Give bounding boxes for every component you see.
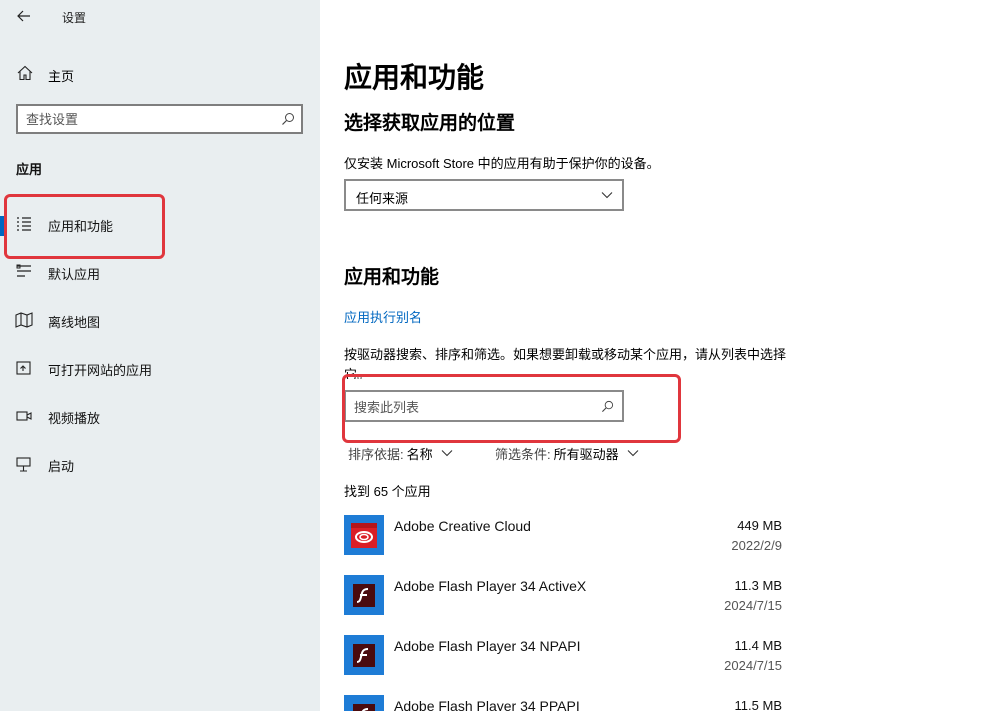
chevron-down-icon — [441, 450, 453, 457]
back-arrow-icon — [17, 10, 30, 22]
install-source-dropdown[interactable]: 任何来源 — [344, 179, 624, 211]
sidebar-item-label: 应用和功能 — [48, 219, 114, 234]
app-count-text: 找到 65 个应用 — [344, 484, 431, 499]
filter-by-dropdown[interactable]: 筛选条件: 所有驱动器 — [495, 444, 639, 462]
dropdown-value: 任何来源 — [356, 191, 409, 206]
app-list-item[interactable]: Adobe Flash Player 34 ActiveX 11.3 MB 20… — [344, 575, 784, 635]
app-name: Adobe Creative Cloud — [394, 518, 531, 534]
app-execution-alias-link[interactable]: 应用执行别名 — [344, 307, 422, 326]
home-icon — [17, 65, 33, 81]
back-button[interactable] — [10, 4, 38, 28]
search-icon — [601, 400, 614, 413]
sidebar-item-label: 启动 — [48, 459, 75, 474]
search-icon — [282, 113, 294, 125]
app-list-item[interactable]: Adobe Flash Player 34 PPAPI 11.5 MB — [344, 695, 784, 711]
flash-player-icon — [344, 575, 384, 615]
app-list-item[interactable]: Adobe Creative Cloud 449 MB 2022/2/9 — [344, 515, 784, 575]
section-title: 应用 — [16, 162, 43, 177]
app-name: Adobe Flash Player 34 NPAPI — [394, 638, 581, 654]
app-size: 449 MB — [737, 518, 782, 533]
sidebar-item-video-playback[interactable]: 视频播放 — [0, 398, 320, 434]
sidebar-item-label: 视频播放 — [48, 411, 101, 426]
video-icon — [16, 411, 32, 421]
selection-indicator — [0, 216, 4, 236]
title-bar: 设置 — [0, 0, 320, 34]
sidebar-item-offline-maps[interactable]: 离线地图 — [0, 302, 320, 338]
sidebar-item-label: 默认应用 — [48, 267, 101, 282]
app-install-date: 2022/2/9 — [731, 538, 782, 553]
app-list-search-box[interactable] — [344, 390, 624, 422]
sort-label: 排序依据: — [348, 446, 404, 462]
app-install-date: 2024/7/15 — [724, 598, 782, 613]
creative-cloud-icon — [344, 515, 384, 555]
sidebar-item-default-apps[interactable]: 默认应用 — [0, 254, 320, 290]
home-label: 主页 — [48, 69, 75, 84]
open-website-icon — [16, 361, 31, 375]
sidebar-item-label: 离线地图 — [48, 315, 101, 330]
map-icon — [15, 312, 33, 328]
apps-list-description: 按驱动器搜索、排序和筛选。如果想要卸载或移动某个应用，请从列表中选择它。 — [344, 347, 787, 379]
window-title: 设置 — [62, 11, 87, 25]
main-content: 应用和功能 选择获取应用的位置 仅安装 Microsoft Store 中的应用… — [320, 0, 1004, 711]
settings-search-box[interactable] — [16, 104, 303, 134]
app-size: 11.3 MB — [734, 578, 782, 593]
sidebar-item-apps-for-websites[interactable]: 可打开网站的应用 — [0, 350, 320, 386]
flash-player-icon — [344, 635, 384, 675]
app-name: Adobe Flash Player 34 ActiveX — [394, 578, 587, 594]
sort-by-dropdown[interactable]: 排序依据: 名称 — [348, 444, 453, 462]
install-source-heading: 选择获取应用的位置 — [344, 113, 516, 134]
sidebar-item-label: 可打开网站的应用 — [48, 363, 153, 378]
sidebar-item-apps-features[interactable]: 应用和功能 — [0, 206, 320, 242]
apps-list-icon — [17, 217, 31, 231]
flash-player-icon — [344, 695, 384, 711]
app-install-date: 2024/7/15 — [724, 658, 782, 673]
sidebar-item-startup[interactable]: 启动 — [0, 446, 320, 482]
filter-label: 筛选条件: — [495, 446, 551, 462]
startup-icon — [16, 457, 31, 472]
chevron-down-icon — [627, 450, 639, 457]
app-list-item[interactable]: Adobe Flash Player 34 NPAPI 11.4 MB 2024… — [344, 635, 784, 695]
install-source-description: 仅安装 Microsoft Store 中的应用有助于保护你的设备。 — [344, 156, 660, 171]
app-size: 11.4 MB — [734, 638, 782, 653]
filter-value: 所有驱动器 — [553, 446, 619, 462]
sidebar: 设置 主页 应用 应用和功能 默认应用 离线地图 — [0, 0, 320, 711]
page-title: 应用和功能 — [344, 62, 485, 93]
app-list-search-input[interactable] — [354, 398, 584, 416]
app-name: Adobe Flash Player 34 PPAPI — [394, 698, 580, 711]
apps-features-heading: 应用和功能 — [344, 267, 440, 288]
home-nav-item[interactable]: 主页 — [0, 58, 320, 88]
app-size: 11.5 MB — [734, 698, 782, 711]
default-apps-icon — [16, 264, 31, 277]
chevron-down-icon — [601, 192, 613, 199]
settings-search-input[interactable] — [26, 110, 266, 128]
sort-value: 名称 — [406, 446, 433, 462]
